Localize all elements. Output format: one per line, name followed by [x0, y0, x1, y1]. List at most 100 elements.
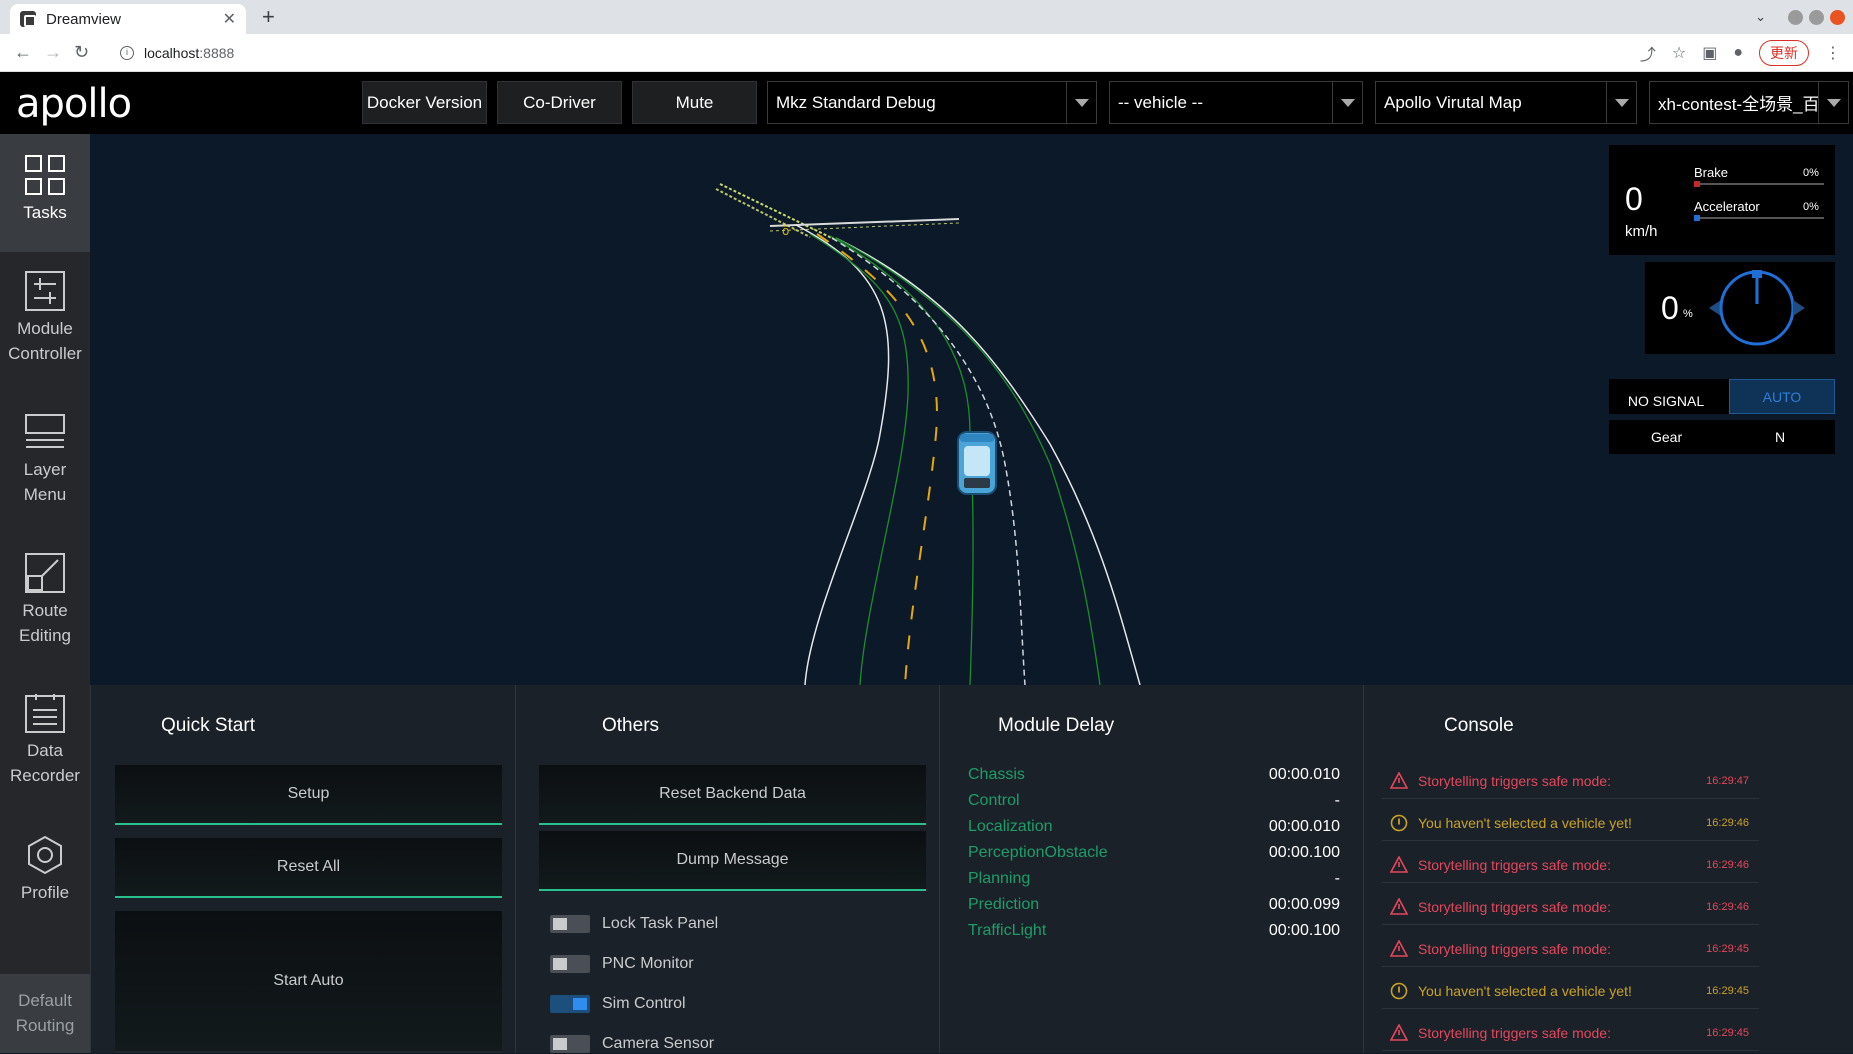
toggle-switch[interactable]	[550, 955, 590, 973]
scenario-select[interactable]: xh-contest-全场景_百度	[1649, 81, 1849, 124]
browser-tab[interactable]: Dreamview ✕	[10, 4, 246, 34]
panel-title: Quick Start	[161, 715, 255, 736]
maximize-window-button[interactable]	[1809, 9, 1824, 25]
module-controller-icon	[25, 271, 65, 311]
chevron-down-icon[interactable]	[1818, 82, 1848, 123]
lane-boundary-green	[829, 235, 974, 686]
warning-circle-icon	[1390, 982, 1408, 1000]
console-row: Storytelling triggers safe mode: 16:29:46	[1382, 890, 1759, 925]
sidebar-item-profile[interactable]: Profile	[0, 834, 90, 934]
new-tab-button[interactable]: +	[262, 4, 275, 30]
minimize-window-button[interactable]	[1788, 9, 1803, 25]
gear-label: Gear	[1651, 429, 1683, 445]
chevron-down-icon[interactable]	[1066, 82, 1096, 123]
module-delay-row: Localization 00:00.010	[968, 818, 1340, 840]
close-tab-icon[interactable]: ✕	[223, 9, 236, 29]
toggle-switch[interactable]	[550, 915, 590, 933]
browser-menu-icon[interactable]: ⋮	[1825, 43, 1841, 63]
toggle-pnc-monitor[interactable]: PNC Monitor	[550, 954, 694, 974]
console-row: Storytelling triggers safe mode: 16:29:47	[1382, 764, 1759, 799]
module-name: Control	[968, 792, 1020, 809]
accelerator-label: Accelerator	[1694, 199, 1760, 214]
mode-select-value: Mkz Standard Debug	[776, 92, 936, 112]
mute-button[interactable]: Mute	[632, 81, 757, 124]
back-arrow-icon[interactable]: ←	[14, 42, 32, 63]
map-select[interactable]: Apollo Virutal Map	[1375, 81, 1637, 124]
sidebar-item-module-controller[interactable]: Module Controller	[0, 270, 90, 388]
toggle-switch[interactable]	[550, 1035, 590, 1053]
sidebar-item-label: Menu	[23, 485, 67, 504]
forward-arrow-icon[interactable]: →	[44, 42, 62, 63]
scene-view[interactable]: ö 0 km/h Brake 0% Accelerator 0% 0 % NO …	[90, 134, 1853, 686]
brake-bar-fill	[1694, 181, 1700, 187]
sidebar-item-layer-menu[interactable]: Layer Menu	[0, 411, 90, 529]
toggle-switch[interactable]	[550, 995, 590, 1013]
docker-version-button[interactable]: Docker Version	[362, 81, 487, 124]
gear-value: N	[1775, 429, 1786, 445]
layer-menu-icon	[25, 414, 65, 448]
console-row: Storytelling triggers safe mode: 16:29:45	[1382, 932, 1759, 967]
console-message: Storytelling triggers safe mode:	[1418, 773, 1611, 789]
toggle-camera-sensor[interactable]: Camera Sensor	[550, 1034, 714, 1054]
accelerator-bar-fill	[1694, 215, 1700, 221]
chevron-down-icon[interactable]	[1606, 82, 1636, 123]
console-timestamp: 16:29:46	[1706, 859, 1749, 871]
module-name: Planning	[968, 870, 1031, 887]
vehicle-select[interactable]: -- vehicle --	[1109, 81, 1363, 124]
toggle-lock-task-panel[interactable]: Lock Task Panel	[550, 914, 718, 934]
toggle-label: Sim Control	[602, 995, 686, 1012]
console-timestamp: 16:29:46	[1706, 901, 1749, 913]
url-input[interactable]: i localhost:8888	[106, 38, 1636, 68]
panel-title: Module Delay	[998, 715, 1115, 736]
browser-toolbar-icons: ⤴ ☆ ▣ ● 更新 ⋮	[1640, 40, 1841, 66]
sidebar-item-route-editing[interactable]: Route Editing	[0, 552, 90, 670]
toggle-sim-control[interactable]: Sim Control	[550, 994, 686, 1014]
close-window-button[interactable]	[1830, 9, 1845, 25]
sidebar-item-label: Recorder	[10, 766, 80, 785]
mode-select[interactable]: Mkz Standard Debug	[767, 81, 1097, 124]
update-browser-button[interactable]: 更新	[1759, 40, 1809, 66]
road-edge-left	[795, 224, 890, 686]
default-routing-button[interactable]: Default Routing	[0, 974, 90, 1053]
reload-icon[interactable]: ↻	[74, 42, 89, 63]
console-message: Storytelling triggers safe mode:	[1418, 857, 1611, 873]
site-info-icon[interactable]: i	[120, 46, 134, 60]
share-icon[interactable]: ⤴	[1640, 41, 1656, 65]
map-select-value: Apollo Virutal Map	[1384, 92, 1522, 112]
sidebar-item-tasks[interactable]: Tasks	[0, 134, 90, 252]
dump-message-button[interactable]: Dump Message	[539, 831, 926, 891]
toggle-label: PNC Monitor	[602, 955, 694, 972]
speed-value: 0	[1625, 181, 1643, 217]
quick-start-panel: Quick Start Setup Reset All Start Auto	[90, 685, 515, 1053]
vehicle-select-value: -- vehicle --	[1118, 92, 1204, 112]
sidebar-item-label: Route	[22, 601, 68, 620]
sidebar-item-label: Controller	[8, 344, 82, 363]
console-timestamp: 16:29:45	[1706, 943, 1749, 955]
co-driver-button[interactable]: Co-Driver	[497, 81, 622, 124]
toggle-label: Camera Sensor	[602, 1035, 715, 1052]
reset-all-button[interactable]: Reset All	[115, 838, 502, 898]
start-auto-button[interactable]: Start Auto	[115, 911, 502, 1053]
lane-boundary-green	[809, 233, 909, 686]
console-row: You haven't selected a vehicle yet! 16:29…	[1382, 806, 1759, 841]
setup-button[interactable]: Setup	[115, 765, 502, 825]
tab-title: Dreamview	[46, 10, 122, 28]
speed-unit: km/h	[1625, 223, 1658, 240]
sidebar-item-data-recorder[interactable]: Data Recorder	[0, 692, 90, 810]
console-message: You haven't selected a vehicle yet!	[1418, 983, 1632, 999]
side-panel-icon[interactable]: ▣	[1702, 43, 1717, 63]
chevron-down-icon[interactable]	[1332, 82, 1362, 123]
road-scene-canvas[interactable]: ö	[90, 134, 1853, 686]
console-panel: Console Storytelling triggers safe mode:…	[1363, 685, 1853, 1053]
route-editing-icon	[25, 553, 65, 593]
bookmark-star-icon[interactable]: ☆	[1672, 43, 1686, 63]
error-triangle-icon	[1390, 1024, 1408, 1041]
module-delay-value: 00:00.100	[1268, 844, 1340, 861]
reset-backend-data-button[interactable]: Reset Backend Data	[539, 765, 926, 825]
profile-avatar-icon[interactable]: ●	[1733, 44, 1743, 62]
tab-search-chevron-icon[interactable]: ⌄	[1755, 9, 1766, 25]
steering-unit: %	[1683, 308, 1693, 320]
ego-vehicle[interactable]	[957, 431, 997, 495]
signal-panel: NO SIGNAL AUTO	[1609, 379, 1835, 414]
gear-panel: Gear N	[1609, 420, 1835, 454]
